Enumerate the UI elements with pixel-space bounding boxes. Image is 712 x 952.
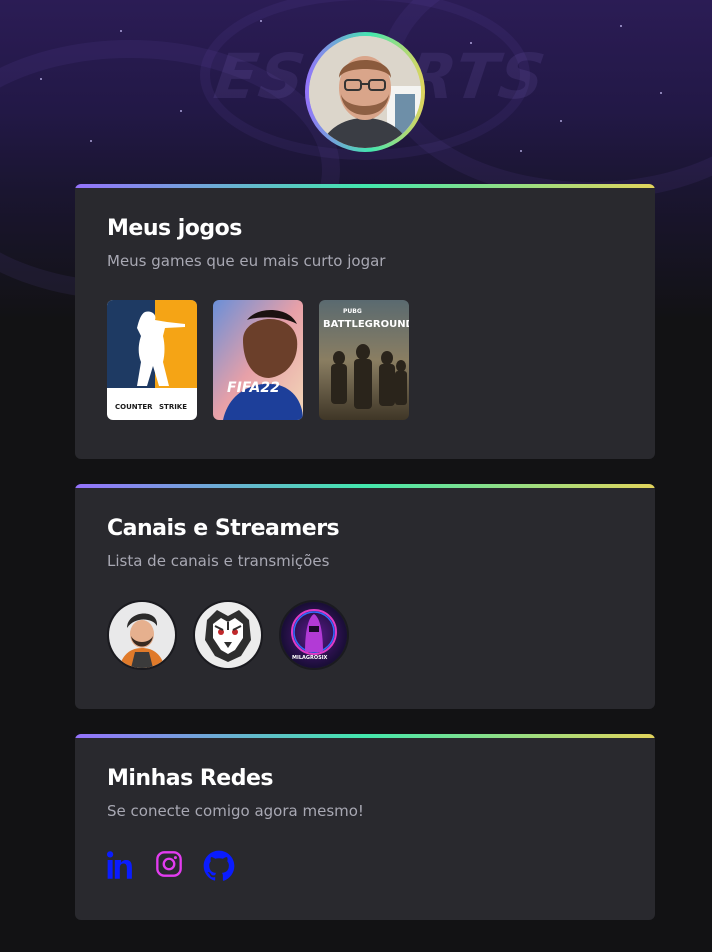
games-card: Meus jogos Meus games que eu mais curto …	[75, 184, 655, 459]
channels-card: Canais e Streamers Lista de canais e tra…	[75, 484, 655, 709]
social-card-subtitle: Se conecte comigo agora mesmo!	[107, 802, 364, 820]
linkedin-link[interactable]	[107, 850, 137, 880]
svg-text:MILAGROSIX: MILAGROSIX	[292, 655, 328, 661]
svg-text:PUBG: PUBG	[343, 308, 362, 315]
games-list: COUNTER STRIKE FIFA22 PUBG BATTLEGROUN	[107, 300, 409, 420]
profile-avatar-ring	[305, 32, 425, 152]
svg-text:COUNTER: COUNTER	[115, 403, 153, 411]
svg-text:BATTLEGROUNDS: BATTLEGROUNDS	[323, 319, 409, 330]
streamers-list: MILAGROSIX	[107, 600, 349, 670]
counter-strike-cover-icon: COUNTER STRIKE	[107, 300, 197, 420]
game-cover-counter-strike[interactable]: COUNTER STRIKE	[107, 300, 197, 420]
fifa22-cover-icon: FIFA22	[213, 300, 303, 420]
instagram-icon	[156, 851, 182, 877]
social-card: Minhas Redes Se conecte comigo agora mes…	[75, 734, 655, 920]
streamer-cartoon-icon	[109, 602, 175, 668]
games-card-title: Meus jogos	[107, 216, 242, 241]
streamer-avatar-2[interactable]	[193, 600, 263, 670]
instagram-link[interactable]	[155, 850, 185, 880]
game-cover-pubg[interactable]: PUBG BATTLEGROUNDS	[319, 300, 409, 420]
streamer-avatar-1[interactable]	[107, 600, 177, 670]
channels-card-subtitle: Lista de canais e transmições	[107, 552, 330, 570]
profile-photo-icon	[309, 36, 421, 148]
streamer-avatar-3[interactable]: MILAGROSIX	[279, 600, 349, 670]
social-links	[107, 850, 235, 881]
game-cover-fifa22[interactable]: FIFA22	[213, 300, 303, 420]
pubg-cover-icon: PUBG BATTLEGROUNDS	[319, 300, 409, 420]
github-link[interactable]	[203, 850, 235, 881]
profile-avatar	[309, 36, 421, 148]
milagrosix-logo-icon: MILAGROSIX	[281, 602, 347, 668]
svg-text:FIFA22: FIFA22	[227, 380, 280, 396]
games-card-subtitle: Meus games que eu mais curto jogar	[107, 252, 386, 270]
linkedin-icon	[107, 851, 132, 879]
channels-card-title: Canais e Streamers	[107, 516, 340, 541]
svg-text:STRIKE: STRIKE	[159, 403, 187, 411]
github-icon	[203, 850, 235, 881]
tiger-logo-icon	[195, 602, 261, 668]
social-card-title: Minhas Redes	[107, 766, 273, 791]
